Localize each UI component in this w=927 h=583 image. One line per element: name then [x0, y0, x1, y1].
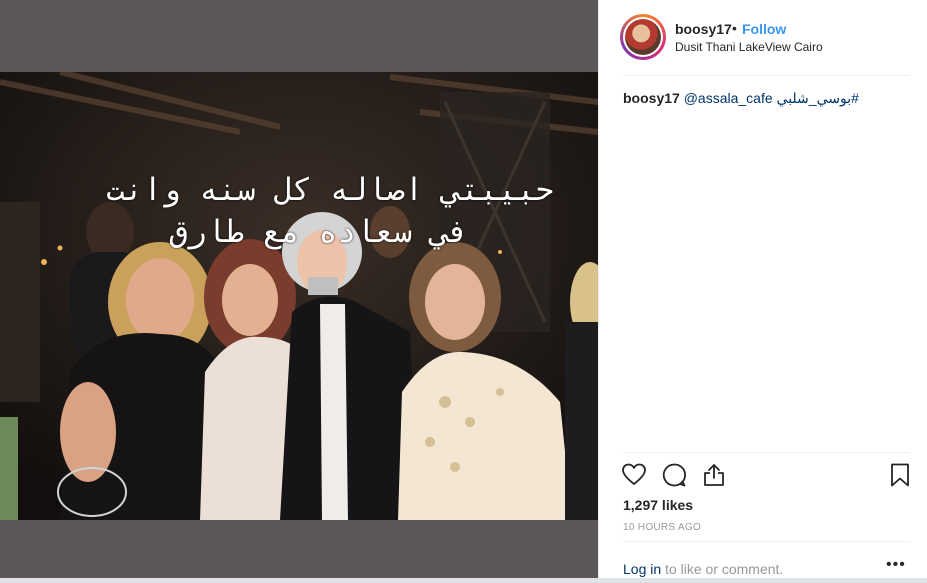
- post-caption: boosy17 @assala_cafe #بوسي_شلبي: [623, 90, 913, 107]
- action-bar: [621, 462, 913, 488]
- follow-button[interactable]: Follow: [742, 21, 786, 37]
- post-photo[interactable]: حبيبتي اصاله كل سنه وانت في سعاده مع طار…: [0, 72, 598, 520]
- story-ring[interactable]: [620, 14, 666, 60]
- login-link[interactable]: Log in: [623, 561, 661, 577]
- login-prompt: Log in to like or comment.: [623, 561, 783, 577]
- avatar-image: [625, 19, 661, 55]
- login-prompt-text: to like or comment.: [661, 561, 784, 577]
- post-header: boosy17 • Follow Dusit Thani LakeView Ca…: [599, 0, 927, 75]
- divider: [623, 75, 910, 76]
- divider: [623, 452, 910, 453]
- post-timestamp[interactable]: 10 HOURS AGO: [623, 522, 701, 533]
- heart-icon[interactable]: [621, 462, 647, 488]
- share-icon[interactable]: [701, 462, 727, 488]
- divider: [623, 541, 910, 542]
- more-options-icon[interactable]: •••: [886, 556, 906, 574]
- story-caption-line-1: حبيبتي اصاله كل سنه وانت: [106, 172, 554, 208]
- post-side-panel: boosy17 • Follow Dusit Thani LakeView Ca…: [598, 0, 927, 578]
- story-caption-line-2: في سعاده مع طارق: [169, 214, 468, 250]
- location-link[interactable]: Dusit Thani LakeView Cairo: [675, 40, 823, 54]
- likes-count[interactable]: 1,297 likes: [623, 497, 693, 513]
- photo-illustration: [0, 72, 598, 520]
- post-media-frame: حبيبتي اصاله كل سنه وانت في سعاده مع طار…: [0, 0, 598, 578]
- caption-username[interactable]: boosy17: [623, 90, 680, 106]
- caption-hashtag-link[interactable]: #بوسي_شلبي: [777, 90, 859, 106]
- window-bottom-edge: [0, 578, 927, 583]
- caption-mention-link[interactable]: @assala_cafe: [684, 90, 773, 106]
- avatar[interactable]: [623, 17, 663, 57]
- separator-dot: •: [732, 20, 737, 36]
- username-link[interactable]: boosy17: [675, 21, 732, 37]
- bookmark-icon[interactable]: [887, 462, 913, 488]
- comment-icon[interactable]: [661, 462, 687, 488]
